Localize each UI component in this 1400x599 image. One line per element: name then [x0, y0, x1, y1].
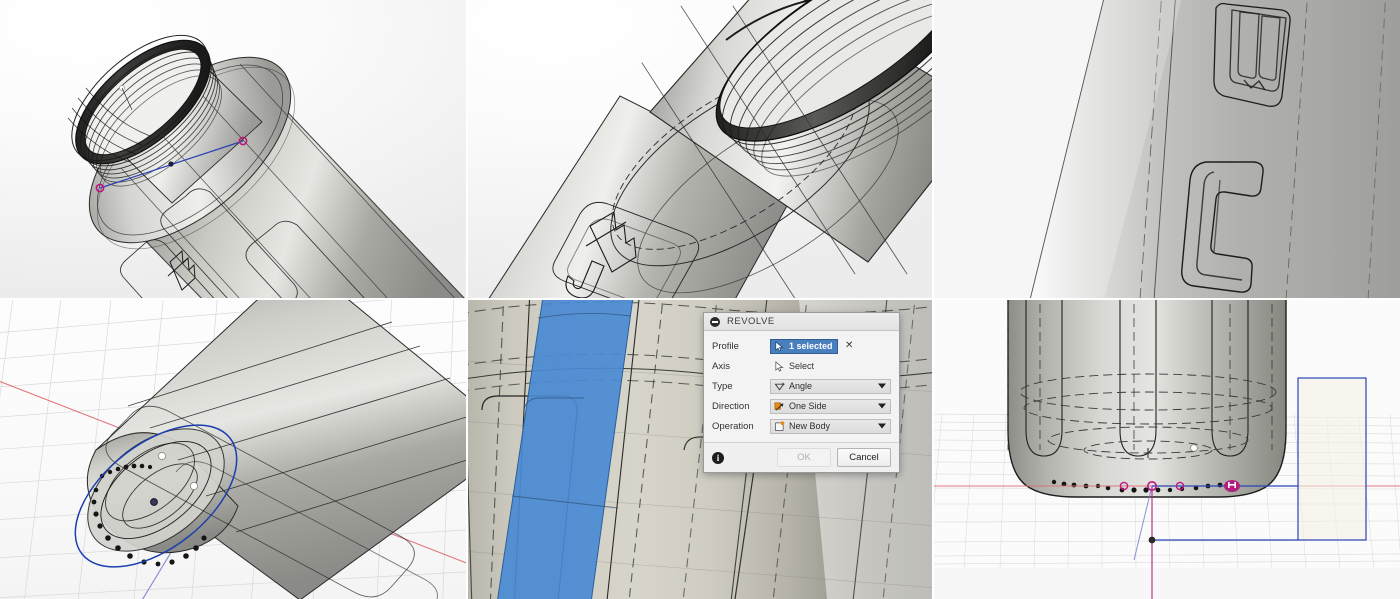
row-axis: Axis Select	[712, 356, 891, 376]
profile-value: 1 selected	[789, 341, 833, 351]
viewport-top-left[interactable]	[0, 0, 466, 298]
angle-icon	[774, 382, 785, 390]
sketch-plane-base-view[interactable]	[0, 300, 466, 599]
viewport-top-right[interactable]	[934, 0, 1400, 298]
horizontal-constraint-badge	[1224, 480, 1240, 492]
cancel-button[interactable]: Cancel	[837, 448, 891, 467]
revolve-dialog[interactable]: REVOLVE Profile 1 selected ✕ Axis Select…	[703, 312, 900, 473]
cad-model-threaded-neck	[67, 34, 465, 298]
row-direction: Direction One Side	[712, 396, 891, 416]
viewport-bottom-left[interactable]	[0, 300, 466, 599]
closeup-thread-detail-view[interactable]	[468, 0, 932, 298]
type-dropdown[interactable]: Angle	[770, 378, 891, 394]
cad-front-ortho	[934, 300, 1400, 599]
operation-dropdown[interactable]: New Body	[770, 418, 891, 434]
label-profile: Profile	[712, 340, 739, 352]
label-direction: Direction	[712, 400, 750, 412]
chevron-down-icon[interactable]	[878, 403, 886, 409]
new-body-icon	[775, 420, 785, 431]
perspective-threaded-neck-view[interactable]	[0, 0, 466, 298]
cad-sketch-plane-base	[0, 300, 466, 599]
cursor-select-icon	[775, 340, 784, 352]
clear-profile-button[interactable]: ✕	[845, 341, 853, 351]
dialog-footer: i OK Cancel	[704, 442, 899, 472]
cursor-select-icon	[775, 360, 784, 372]
dialog-body: Profile 1 selected ✕ Axis Select Type An…	[704, 331, 899, 442]
axis-selection-field[interactable]: Select	[770, 359, 838, 374]
front-orthographic-view[interactable]	[934, 300, 1400, 599]
row-type: Type Angle	[712, 376, 891, 396]
row-profile: Profile 1 selected ✕	[712, 336, 891, 356]
row-operation: Operation New Body	[712, 416, 891, 436]
one-side-arrow-icon	[774, 402, 784, 411]
direction-value: One Side	[789, 401, 827, 411]
ok-button[interactable]: OK	[777, 448, 831, 467]
minimize-icon[interactable]	[710, 316, 720, 327]
chevron-down-icon[interactable]	[878, 383, 886, 389]
operation-value: New Body	[789, 421, 831, 431]
dialog-title: REVOLVE	[727, 316, 775, 327]
axis-value: Select	[789, 361, 815, 371]
cad-model-thread-closeup	[488, 0, 932, 298]
label-axis: Axis	[712, 360, 730, 372]
label-type: Type	[712, 380, 733, 392]
screenshot-root: REVOLVE Profile 1 selected ✕ Axis Select…	[0, 0, 1400, 599]
profile-selection-field[interactable]: 1 selected	[770, 338, 838, 354]
info-icon[interactable]: i	[712, 451, 724, 464]
cad-model-emboss-detail	[934, 0, 1400, 298]
chevron-down-icon[interactable]	[878, 423, 886, 429]
direction-dropdown[interactable]: One Side	[770, 398, 891, 414]
viewport-bottom-right[interactable]	[934, 300, 1400, 599]
viewport-top-center[interactable]	[468, 0, 932, 298]
type-value: Angle	[789, 381, 813, 391]
dialog-title-bar[interactable]: REVOLVE	[704, 313, 899, 331]
embossed-lettering-detail-view[interactable]	[934, 0, 1400, 298]
label-operation: Operation	[712, 420, 754, 432]
